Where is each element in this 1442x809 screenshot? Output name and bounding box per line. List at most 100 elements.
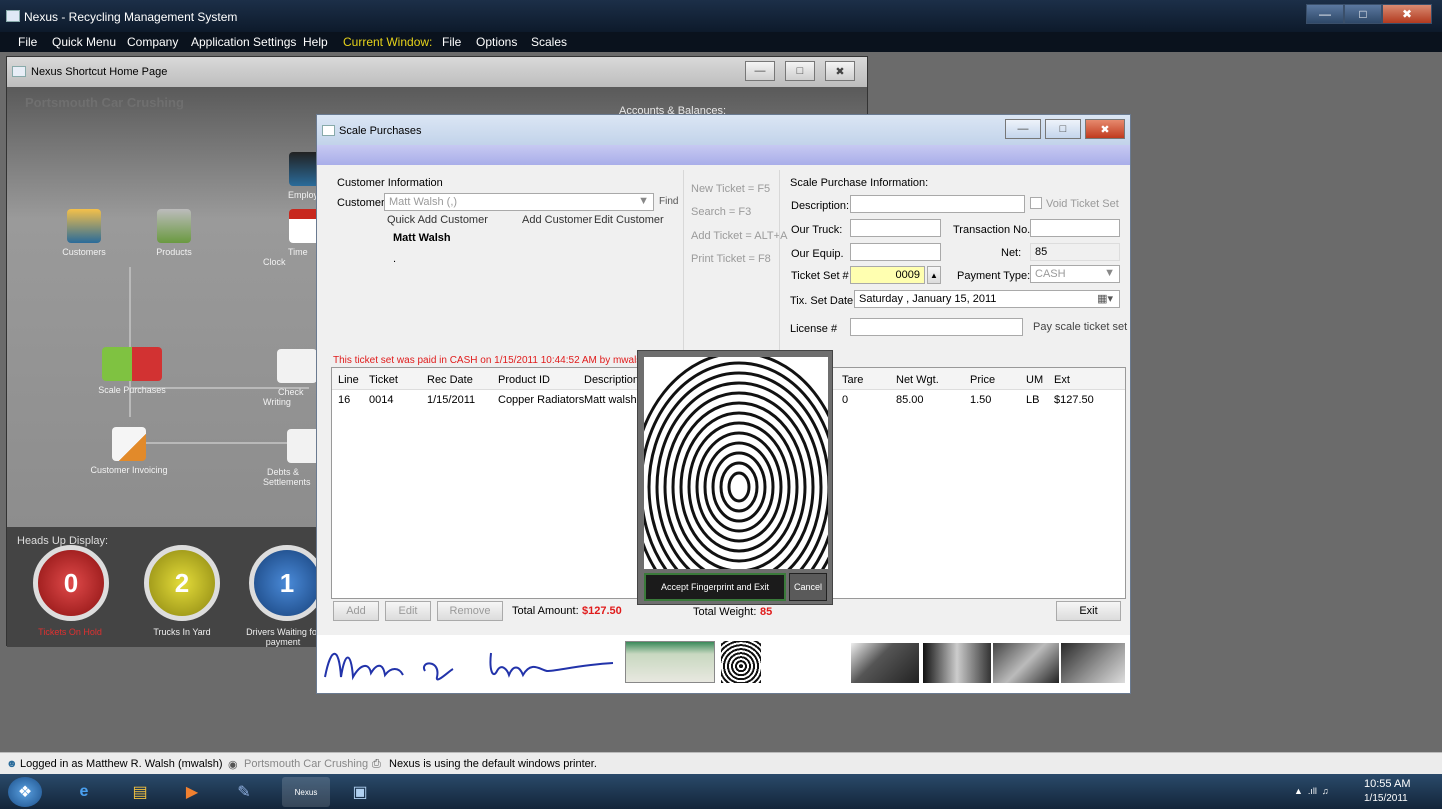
our-equip-input[interactable]	[850, 243, 941, 261]
explorer-icon[interactable]: ▤	[116, 777, 164, 807]
remove-button[interactable]: Remove	[437, 601, 503, 621]
edit-button[interactable]: Edit	[385, 601, 431, 621]
col-net-wgt[interactable]: Net Wgt.	[896, 374, 939, 386]
truck-arrow-icon	[102, 347, 162, 381]
col-product-id[interactable]: Product ID	[498, 374, 550, 386]
ie-icon[interactable]: e	[60, 777, 108, 807]
find-link[interactable]: Find	[659, 196, 678, 207]
scale-minimize-button[interactable]: —	[1005, 119, 1041, 139]
menu-file[interactable]: File	[18, 35, 37, 49]
home-window-title: Nexus Shortcut Home Page	[31, 66, 168, 78]
col-ext[interactable]: Ext	[1054, 374, 1070, 386]
window-icon	[12, 66, 26, 77]
ticket-set-spinner[interactable]: ▲	[927, 266, 941, 284]
exit-button[interactable]: Exit	[1056, 601, 1121, 621]
col-price[interactable]: Price	[970, 374, 995, 386]
accept-fingerprint-button[interactable]: Accept Fingerprint and Exit	[644, 573, 786, 601]
gauge-trucks-in-yard[interactable]: 2	[144, 545, 220, 621]
menu-application-settings[interactable]: Application Settings	[191, 35, 296, 49]
shortcut-customer-invoicing[interactable]: Customer Invoicing	[79, 427, 179, 475]
total-weight-label: Total Weight:	[693, 606, 757, 618]
menu-help[interactable]: Help	[303, 35, 328, 49]
customer-name: Matt Walsh	[393, 232, 451, 244]
ticket-set-input[interactable]: 0009	[850, 266, 925, 284]
tray-icons[interactable]: ▲ .ıll ♫	[1294, 786, 1329, 796]
maximize-button[interactable]: □	[1344, 4, 1382, 24]
add-customer-link[interactable]: Add Customer	[522, 214, 592, 226]
menu-quick-menu[interactable]: Quick Menu	[52, 35, 116, 49]
menu-window-file[interactable]: File	[442, 35, 461, 49]
signature-image	[324, 652, 614, 681]
shortcut-products[interactable]: Products	[129, 209, 219, 257]
quick-add-customer-link[interactable]: Quick Add Customer	[387, 214, 488, 226]
shortcut-customers[interactable]: Customers	[39, 209, 129, 257]
customer-select[interactable]: Matt Walsh (,) ▼	[384, 193, 654, 211]
paint-icon[interactable]: ✎	[220, 777, 268, 807]
nexus-taskbar-icon[interactable]: Nexus	[282, 777, 330, 807]
our-truck-label: Our Truck:	[791, 224, 843, 236]
payment-type-label: Payment Type:	[957, 270, 1031, 282]
menu-options[interactable]: Options	[476, 35, 517, 49]
user-icon: ☻	[6, 758, 18, 770]
payment-type-select[interactable]: CASH ▼	[1030, 265, 1120, 283]
minimize-button[interactable]: —	[1306, 4, 1344, 24]
col-rec-date[interactable]: Rec Date	[427, 374, 473, 386]
pay-scale-ticket-set-link[interactable]: Pay scale ticket set	[1033, 321, 1127, 333]
clock-time[interactable]: 10:55 AM	[1364, 778, 1410, 790]
gauge-drivers-waiting[interactable]: 1	[249, 545, 325, 621]
col-description[interactable]: Description	[584, 374, 639, 386]
col-ticket[interactable]: Ticket	[369, 374, 398, 386]
shortcut-new-ticket: New Ticket = F5	[691, 183, 771, 195]
shortcut-add-ticket: Add Ticket = ALT+A	[691, 230, 788, 242]
camera-thumbnail-2[interactable]	[923, 643, 991, 683]
col-tare[interactable]: Tare	[842, 374, 863, 386]
ticket-set-label: Ticket Set #	[791, 270, 849, 282]
shortcut-scale-purchases[interactable]: Scale Purchases	[77, 347, 187, 395]
clock-date[interactable]: 1/15/2011	[1364, 793, 1408, 804]
media-strip	[317, 635, 1130, 693]
scale-maximize-button[interactable]: □	[1045, 119, 1081, 139]
our-truck-input[interactable]	[850, 219, 941, 237]
camera-thumbnail-3[interactable]	[993, 643, 1059, 683]
paid-notice: This ticket set was paid in CASH on 1/15…	[333, 355, 647, 366]
total-weight-value: 85	[760, 606, 773, 618]
scale-window-title: Scale Purchases	[339, 125, 422, 137]
shortcut-check-writing[interactable]: Check Writing	[263, 349, 323, 407]
transaction-no-input[interactable]	[1030, 219, 1120, 237]
shortcut-time-clock[interactable]: Time Clock	[263, 209, 323, 267]
printer-icon: ⎙	[372, 758, 381, 770]
shortcut-debts-settlements[interactable]: Debts & Settlements	[263, 429, 323, 487]
home-close-button[interactable]: ✖	[825, 61, 855, 81]
scale-close-button[interactable]: ✖	[1085, 119, 1125, 139]
customers-icon	[67, 209, 101, 243]
start-button[interactable]: ❖	[8, 777, 42, 807]
license-input[interactable]	[850, 318, 1023, 336]
calendar-dropdown-icon: ▦▾	[1097, 293, 1113, 305]
menu-scales[interactable]: Scales	[531, 35, 567, 49]
edit-customer-link[interactable]: Edit Customer	[594, 214, 664, 226]
close-button[interactable]: ✖	[1382, 4, 1432, 24]
fingerprint-thumbnail[interactable]	[721, 641, 761, 683]
media-player-icon[interactable]: ▶	[168, 777, 216, 807]
camera-thumbnail-1[interactable]	[851, 643, 919, 683]
license-label: License #	[790, 323, 838, 335]
col-um[interactable]: UM	[1026, 374, 1043, 386]
description-input[interactable]	[850, 195, 1025, 213]
tix-set-date-picker[interactable]: Saturday , January 15, 2011 ▦▾	[854, 290, 1120, 308]
header-band	[317, 145, 1130, 165]
home-minimize-button[interactable]: —	[745, 61, 775, 81]
shortcut-employees[interactable]: Employees	[263, 152, 333, 200]
cancel-fingerprint-button[interactable]: Cancel	[789, 573, 827, 601]
void-ticket-checkbox[interactable]	[1030, 197, 1042, 209]
camera-thumbnail-4[interactable]	[1061, 643, 1125, 683]
drivers-license-thumbnail[interactable]	[625, 641, 715, 683]
gauge-tickets-on-hold[interactable]: 0	[33, 545, 109, 621]
add-button[interactable]: Add	[333, 601, 379, 621]
purchase-info-section-label: Scale Purchase Information:	[790, 177, 929, 189]
remote-desktop-icon[interactable]: ▣	[336, 777, 384, 807]
gauge-label-tickets-on-hold: Tickets On Hold	[38, 627, 102, 637]
total-amount-label: Total Amount:	[512, 605, 579, 617]
menu-company[interactable]: Company	[127, 35, 178, 49]
col-line[interactable]: Line	[338, 374, 359, 386]
home-maximize-button[interactable]: □	[785, 61, 815, 81]
